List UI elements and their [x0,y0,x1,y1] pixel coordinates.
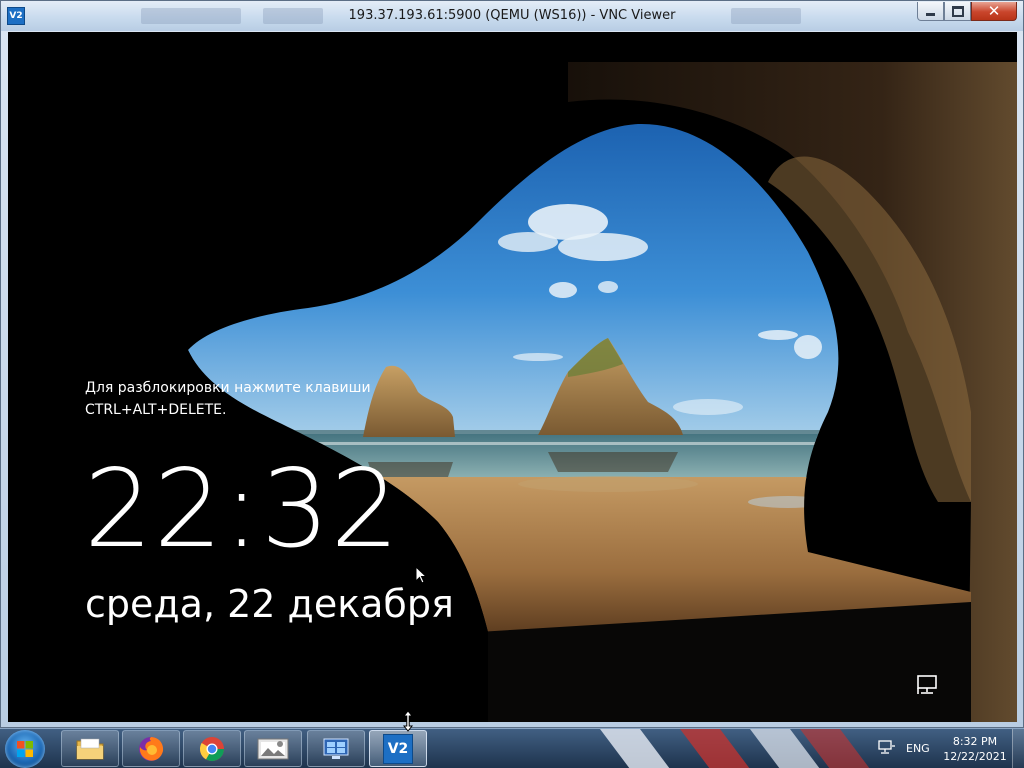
unlock-instructions-line1: Для разблокировки нажмите клавиши [85,380,371,396]
vnc-viewer-icon: V2 [383,733,413,764]
minimize-icon [926,12,935,16]
taskbar-vnc-viewer[interactable]: V2 [369,730,427,767]
image-app-icon [257,738,289,759]
tray-clock[interactable]: 8:32 PM 12/22/2021 [942,734,1008,764]
tray-date: 12/22/2021 [943,750,1007,763]
vnc-viewer-window: V2 193.37.193.61:5900 (QEMU (WS16)) - VN… [0,0,1024,728]
close-icon: ✕ [987,1,1001,20]
chrome-icon [199,736,224,761]
maximize-icon [951,5,964,17]
taskbar-remote-desktop[interactable] [307,730,365,767]
window-titlebar[interactable]: V2 193.37.193.61:5900 (QEMU (WS16)) - VN… [1,1,1023,31]
network-icon[interactable] [916,674,940,696]
show-desktop-button[interactable] [1012,729,1024,768]
window-title: 193.37.193.61:5900 (QEMU (WS16)) - VNC V… [348,8,676,23]
lock-screen-date: среда, 22 декабря [85,582,454,626]
taskbar-wallpaper-peek [600,729,870,768]
folder-icon [76,738,104,759]
resize-cursor-icon [402,710,414,732]
mouse-pointer-icon [415,566,427,584]
screen: V2 193.37.193.61:5900 (QEMU (WS16)) - VN… [0,0,1024,768]
close-button[interactable]: ✕ [971,2,1017,21]
language-indicator[interactable]: ENG [906,742,930,755]
start-button[interactable] [5,730,45,768]
windows-logo-icon [17,741,33,757]
unlock-instructions: Для разблокировки нажмите клавиши CTRL+A… [85,377,445,421]
remote-desktop-icon [323,738,349,759]
firefox-icon [139,736,164,761]
tray-network-icon[interactable] [878,740,896,756]
taskbar-chrome[interactable] [183,730,241,767]
tray-time: 8:32 PM [952,735,998,748]
maximize-button[interactable] [944,2,971,21]
unlock-instructions-line2: CTRL+ALT+DELETE. [85,402,227,418]
remote-lock-screen[interactable]: Для разблокировки нажмите клавиши CTRL+A… [8,32,1017,722]
taskbar-firefox[interactable] [122,730,180,767]
taskbar: V2 ENG 8:32 PM 12/22/2021 [0,728,1024,768]
minimize-button[interactable] [917,2,944,21]
taskbar-image-app[interactable] [244,730,302,767]
lock-screen-time: 22:32 [84,447,401,572]
taskbar-file-explorer[interactable] [61,730,119,767]
